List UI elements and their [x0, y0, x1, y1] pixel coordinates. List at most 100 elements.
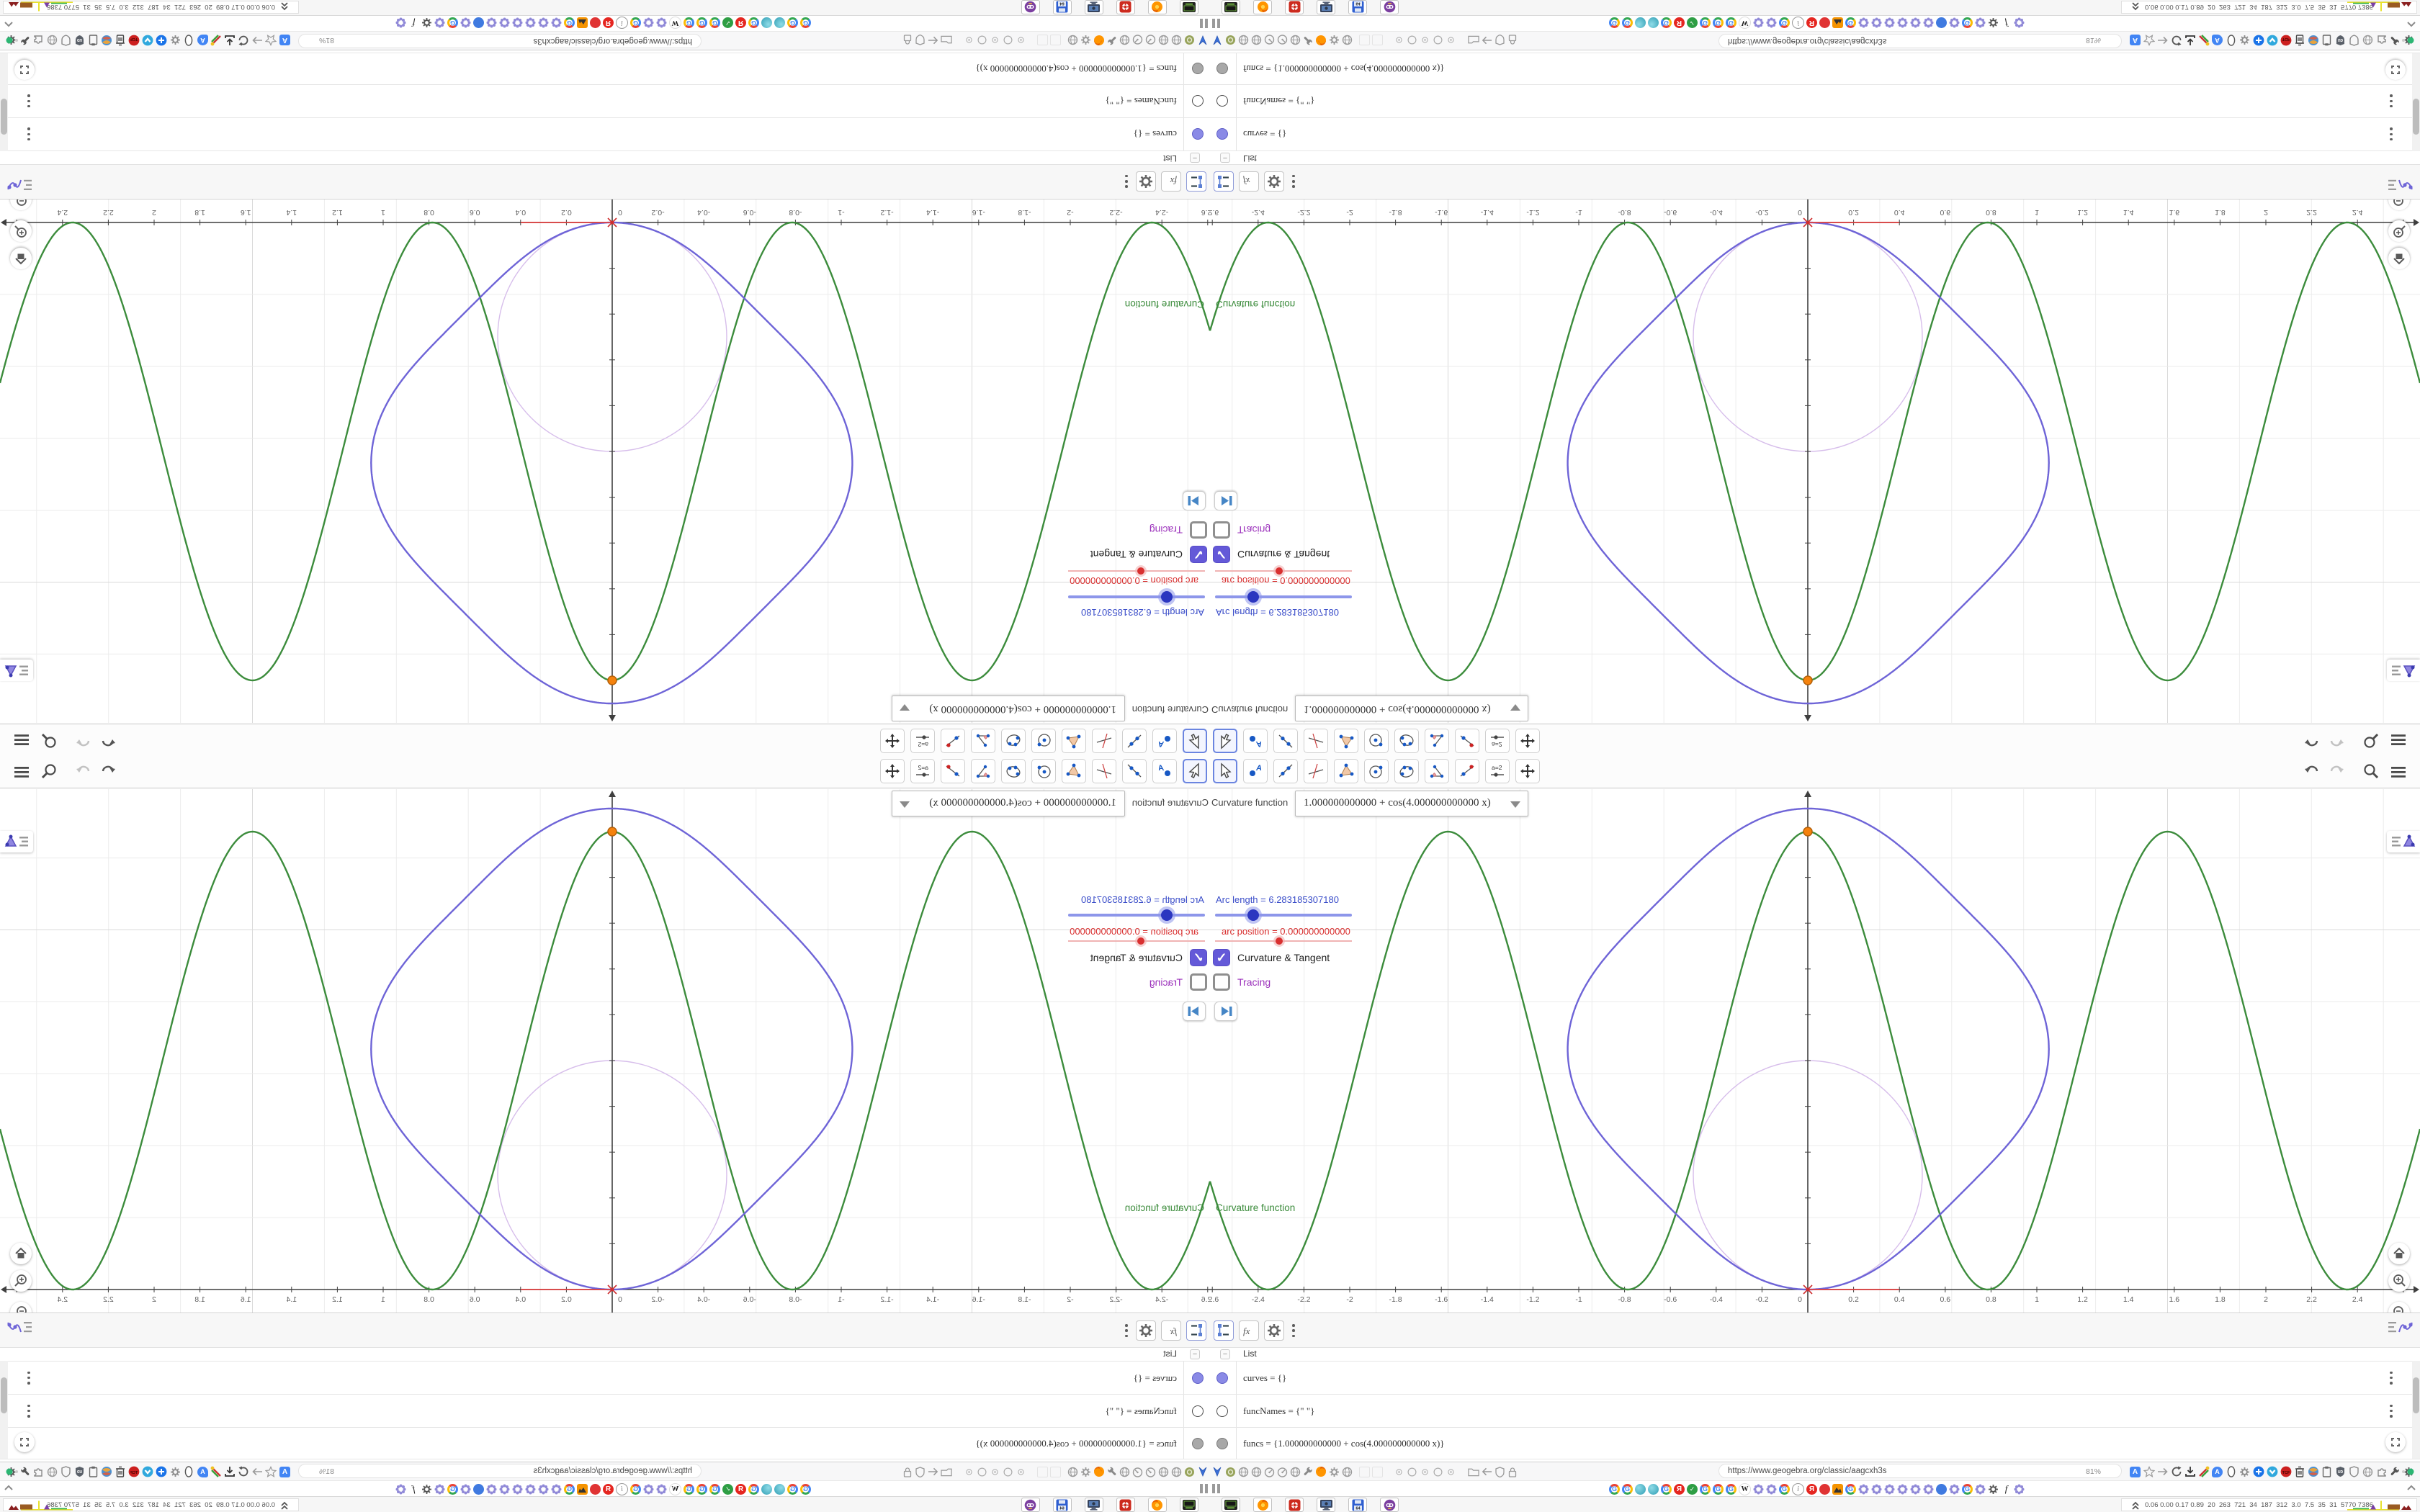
bookmark-flower-icon[interactable]	[1858, 1484, 1869, 1495]
algebra-settings-gear-button[interactable]	[1136, 171, 1156, 192]
dock-monitor-app-launcher[interactable]	[1085, 0, 1103, 14]
bookmark-sphere-icon[interactable]	[774, 17, 785, 29]
bookmark-flower-icon[interactable]	[499, 18, 510, 29]
bookmark-flower-icon[interactable]	[656, 1484, 667, 1495]
algebra-row[interactable]: funcNames = {" "}	[0, 85, 1210, 118]
firefox-icon[interactable]	[1093, 1465, 1105, 1478]
tool-line-through-two-points[interactable]	[1122, 759, 1147, 783]
dot-small-icon[interactable]	[1419, 1465, 1430, 1478]
translate-blue2-icon[interactable]: A	[197, 34, 209, 47]
gauge-icon[interactable]	[1276, 1465, 1288, 1478]
wrench-icon[interactable]	[1302, 1465, 1314, 1478]
reload-icon[interactable]	[238, 34, 250, 47]
bookmark-google-icon[interactable]: G	[696, 17, 707, 29]
brush-icon[interactable]	[2197, 1465, 2210, 1478]
system-monitor-applet[interactable]: 0.06 0.00 0.17 0.89 20 263 721 34 187 31…	[2121, 1, 2417, 14]
bookmark-f-italic-icon[interactable]: f	[408, 1483, 419, 1495]
dock-firefox-launcher[interactable]	[1253, 0, 1272, 14]
bookmark-google-icon[interactable]: G	[684, 1483, 694, 1495]
bookmark-flower-icon[interactable]	[2014, 18, 2025, 29]
puzzle-icon[interactable]	[2375, 1465, 2388, 1478]
bookmark-google-icon[interactable]: G	[787, 1483, 798, 1495]
row-kebab-menu-icon[interactable]	[2390, 94, 2393, 108]
function-selector-dropdown[interactable]: 1.000000000000 + cos(4.000000000000 x)	[1295, 696, 1528, 721]
dock-bot-purple-launcher[interactable]	[1380, 1498, 1399, 1512]
arc-length-slider-knob[interactable]	[1247, 591, 1259, 603]
page-zoom-indicator[interactable]: 81%	[2086, 36, 2101, 45]
plus-blue-icon[interactable]	[2252, 1465, 2264, 1478]
arc-position-slider-knob[interactable]	[1137, 567, 1144, 575]
bookmark-flower-icon[interactable]	[643, 18, 654, 29]
address-bar[interactable]: https://www.geogebra.org/classic/aagcxh3…	[298, 34, 702, 48]
gear-icon[interactable]	[1080, 34, 1092, 47]
play-step-button[interactable]	[1183, 491, 1206, 510]
bookmark-gear-fav-icon[interactable]	[1988, 18, 1999, 29]
puzzle-icon[interactable]	[32, 34, 45, 47]
algebra-scrollbar-thumb[interactable]	[2413, 1377, 2419, 1413]
translate-blue-icon[interactable]: A	[279, 34, 291, 47]
dot-small-icon[interactable]	[1016, 1465, 1027, 1478]
system-monitor-applet[interactable]: 0.06 0.00 0.17 0.89 20 263 721 34 187 31…	[3, 1, 299, 14]
algebra-row[interactable]: curves = {}	[1210, 1361, 2420, 1394]
arrow-left-icon[interactable]	[1481, 34, 1492, 47]
bookmark-red-dot-icon[interactable]	[1819, 17, 1830, 29]
lock-icon[interactable]	[1507, 1465, 1518, 1478]
bookmark-google-icon[interactable]: G	[564, 17, 575, 29]
algebra-fx-button[interactable]: fx	[1239, 171, 1259, 192]
arc-position-slider[interactable]	[1215, 567, 1352, 575]
collapse-list-button[interactable]: −	[1190, 153, 1200, 163]
bookmark-google-icon[interactable]: G	[1726, 17, 1736, 29]
badge-red-icon[interactable]: TCF	[2280, 1465, 2292, 1478]
globe-icon[interactable]	[1067, 34, 1079, 47]
dock-settings-red-launcher[interactable]	[1285, 1498, 1304, 1512]
bookmark-wikipedia-icon[interactable]: W	[1739, 17, 1751, 30]
clipboard-icon[interactable]	[2321, 34, 2333, 47]
dock-floppy-64-launcher[interactable]: 64	[1053, 1498, 1072, 1512]
graphics-view[interactable]: -2.6 -2.4 -2.2 -2 -1.8 -1.6 -1.4 -1.2 -1 -0.8 -0.6…	[1210, 189, 2420, 723]
bookmark-flower-icon[interactable]	[1753, 1484, 1764, 1495]
address-bar[interactable]: https://www.geogebra.org/classic/aagcxh3…	[1718, 34, 2122, 48]
sphere-color-icon[interactable]	[2307, 34, 2319, 47]
visibility-toggle[interactable]	[1192, 1437, 1204, 1449]
brush-icon[interactable]	[210, 34, 223, 47]
bookmark-flower-icon[interactable]	[486, 18, 497, 29]
tool-point[interactable]: A	[1243, 729, 1268, 753]
bookmark-flower-icon[interactable]	[551, 1484, 562, 1495]
translate-blue-icon[interactable]: A	[279, 1465, 291, 1478]
tool-line-with-point[interactable]	[941, 759, 965, 783]
star-icon[interactable]	[265, 1465, 277, 1478]
tool-move-graphics-view[interactable]	[880, 759, 905, 783]
arc-length-slider[interactable]	[1215, 909, 1352, 921]
clipboard-icon[interactable]	[87, 34, 99, 47]
algebra-row[interactable]: funcs = {1.000000000000 + cos(4.00000000…	[0, 53, 1210, 85]
bookmark-flower-icon[interactable]	[538, 18, 549, 29]
bookmark-flower-icon[interactable]	[551, 18, 562, 29]
bookmark-yandex-icon[interactable]: Я	[1674, 1483, 1685, 1495]
bookmark-google-icon[interactable]: G	[748, 17, 759, 29]
pin-blue-icon[interactable]	[1197, 34, 1209, 47]
translate-blue-icon[interactable]: A	[2129, 1465, 2141, 1478]
reload-icon[interactable]	[2170, 34, 2182, 47]
ghost-icon[interactable]	[1371, 1465, 1383, 1478]
arc-length-slider[interactable]	[1068, 591, 1205, 603]
curvature-tangent-checkbox[interactable]: ✓	[1190, 546, 1207, 563]
firefox-icon[interactable]	[1093, 34, 1105, 47]
play-step-button[interactable]	[1214, 1002, 1237, 1021]
bookmark-flower-icon[interactable]	[1923, 18, 1934, 29]
dock-bot-purple-launcher[interactable]	[1021, 1498, 1040, 1512]
tool-polygon[interactable]	[1062, 729, 1086, 753]
bookmark-yandex-icon[interactable]: Я	[735, 17, 746, 29]
dot-large-icon[interactable]	[977, 34, 988, 47]
gear-light-icon[interactable]	[169, 34, 182, 47]
visibility-toggle[interactable]	[1216, 63, 1228, 75]
dot-small-icon[interactable]	[990, 1465, 1001, 1478]
down-blue-icon[interactable]	[2266, 1465, 2278, 1478]
dock-firefox-launcher[interactable]	[1253, 1498, 1272, 1512]
gauge-icon[interactable]	[1132, 1465, 1144, 1478]
globe-icon[interactable]	[1158, 1465, 1170, 1478]
list-header-row[interactable]: − List	[1210, 151, 2420, 165]
olive-cam-icon[interactable]	[1184, 1465, 1196, 1478]
reload-icon[interactable]	[238, 1465, 250, 1478]
tool-line-with-point[interactable]	[1455, 759, 1479, 783]
dock-settings-red-launcher[interactable]	[1116, 1498, 1135, 1512]
